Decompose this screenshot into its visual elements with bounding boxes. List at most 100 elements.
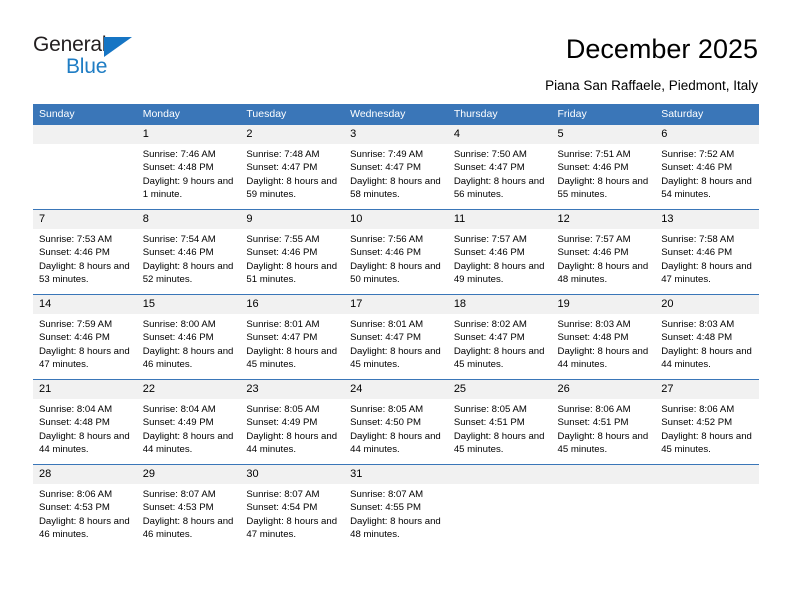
day-details: Sunrise: 7:54 AM Sunset: 4:46 PM Daylight:… [137, 229, 241, 287]
calendar-day-cell[interactable]: 11 Sunrise: 7:57 AM Sunset: 4:46 PM Dayligh… [447, 209, 552, 295]
daylight-text: Daylight: 8 hours and 47 minutes. [39, 345, 130, 371]
day-number: 13 [655, 210, 759, 229]
calendar-day-cell[interactable]: 14 Sunrise: 7:59 AM Sunset: 4:46 PM Dayligh… [33, 294, 137, 380]
day-details: Sunrise: 8:06 AM Sunset: 4:51 PM Daylight:… [552, 399, 656, 457]
sunset-text: Sunset: 4:49 PM [246, 417, 318, 429]
day-number: 4 [447, 125, 552, 144]
calendar-day-cell[interactable]: 8 Sunrise: 7:54 AM Sunset: 4:46 PM Daylight… [136, 209, 241, 295]
calendar-day-cell[interactable]: 19 Sunrise: 8:03 AM Sunset: 4:48 PM Dayligh… [551, 294, 656, 380]
logo-triangle-icon [104, 37, 132, 57]
weekday-header-row: Sunday Monday Tuesday Wednesday Thursday… [33, 104, 759, 125]
day-details: Sunrise: 7:48 AM Sunset: 4:47 PM Daylight:… [240, 144, 344, 202]
day-details: Sunrise: 7:59 AM Sunset: 4:46 PM Daylight:… [33, 314, 137, 372]
general-blue-logo: General Blue [33, 33, 163, 83]
day-details: Sunrise: 7:55 AM Sunset: 4:46 PM Daylight:… [240, 229, 344, 287]
calendar-day-cell-empty [655, 464, 759, 549]
calendar-day-cell[interactable]: 30 Sunrise: 8:07 AM Sunset: 4:54 PM Dayligh… [240, 464, 345, 549]
calendar-day-cell[interactable]: 9 Sunrise: 7:55 AM Sunset: 4:46 PM Daylight… [240, 209, 345, 295]
day-number: 8 [136, 210, 241, 229]
calendar-day-cell[interactable]: 4 Sunrise: 7:50 AM Sunset: 4:47 PM Daylight… [447, 124, 552, 210]
sunrise-text: Sunrise: 8:01 AM [246, 319, 320, 330]
calendar-day-cell[interactable]: 20 Sunrise: 8:03 AM Sunset: 4:48 PM Dayligh… [655, 294, 759, 380]
day-number: 19 [551, 295, 656, 314]
daylight-text: Daylight: 8 hours and 44 minutes. [350, 430, 441, 456]
calendar-day-cell[interactable]: 5 Sunrise: 7:51 AM Sunset: 4:46 PM Daylight… [551, 124, 656, 210]
calendar-day-cell[interactable]: 3 Sunrise: 7:49 AM Sunset: 4:47 PM Daylight… [344, 124, 448, 210]
day-details: Sunrise: 7:57 AM Sunset: 4:46 PM Daylight:… [552, 229, 656, 287]
sunrise-text: Sunrise: 8:06 AM [557, 404, 631, 415]
sunrise-text: Sunrise: 8:00 AM [142, 319, 216, 330]
sunrise-text: Sunrise: 7:46 AM [142, 149, 216, 160]
calendar-page: General Blue December 2025 Piana San Raf… [0, 0, 792, 612]
sunset-text: Sunset: 4:53 PM [142, 502, 214, 514]
day-number: 24 [344, 380, 448, 399]
day-details: Sunrise: 8:05 AM Sunset: 4:49 PM Daylight:… [240, 399, 344, 457]
sunrise-text: Sunrise: 8:07 AM [246, 489, 320, 500]
daylight-text: Daylight: 8 hours and 48 minutes. [350, 515, 441, 541]
day-number: 30 [240, 465, 345, 484]
sunset-text: Sunset: 4:47 PM [246, 162, 318, 174]
sunrise-text: Sunrise: 7:50 AM [453, 149, 527, 160]
sunset-text: Sunset: 4:51 PM [453, 417, 525, 429]
calendar-day-cell[interactable]: 1 Sunrise: 7:46 AM Sunset: 4:48 PM Daylight… [136, 124, 241, 210]
sunset-text: Sunset: 4:47 PM [453, 162, 525, 174]
sunset-text: Sunset: 4:52 PM [661, 417, 733, 429]
day-number: 25 [447, 380, 552, 399]
weekday-header-friday: Friday [551, 104, 656, 125]
day-details: Sunrise: 8:03 AM Sunset: 4:48 PM Daylight:… [655, 314, 759, 372]
calendar-day-cell[interactable]: 18 Sunrise: 8:02 AM Sunset: 4:47 PM Dayligh… [447, 294, 552, 380]
calendar-day-cell[interactable]: 16 Sunrise: 8:01 AM Sunset: 4:47 PM Dayligh… [240, 294, 345, 380]
sunset-text: Sunset: 4:51 PM [557, 417, 629, 429]
page-header: General Blue December 2025 Piana San Raf… [0, 0, 792, 100]
calendar-body: 1 Sunrise: 7:46 AM Sunset: 4:48 PM Daylight… [33, 124, 759, 549]
daylight-text: Daylight: 8 hours and 44 minutes. [557, 345, 649, 371]
calendar-day-cell[interactable]: 29 Sunrise: 8:07 AM Sunset: 4:53 PM Dayligh… [136, 464, 241, 549]
calendar-day-cell[interactable]: 22 Sunrise: 8:04 AM Sunset: 4:49 PM Dayligh… [136, 379, 241, 465]
page-subtitle: Piana San Raffaele, Piedmont, Italy [545, 78, 758, 93]
calendar-day-cell[interactable]: 27 Sunrise: 8:06 AM Sunset: 4:52 PM Dayligh… [655, 379, 759, 465]
day-number [655, 465, 759, 484]
sunset-text: Sunset: 4:46 PM [661, 247, 733, 259]
day-details: Sunrise: 7:49 AM Sunset: 4:47 PM Daylight:… [344, 144, 448, 202]
sunrise-text: Sunrise: 8:01 AM [350, 319, 424, 330]
calendar-day-cell[interactable]: 6 Sunrise: 7:52 AM Sunset: 4:46 PM Daylight… [655, 124, 759, 210]
calendar-day-cell[interactable]: 17 Sunrise: 8:01 AM Sunset: 4:47 PM Dayligh… [344, 294, 448, 380]
day-details: Sunrise: 8:04 AM Sunset: 4:48 PM Daylight:… [33, 399, 137, 457]
daylight-text: Daylight: 8 hours and 44 minutes. [246, 430, 338, 456]
day-number: 12 [551, 210, 656, 229]
daylight-text: Daylight: 8 hours and 52 minutes. [142, 260, 234, 286]
day-details: Sunrise: 8:05 AM Sunset: 4:51 PM Daylight:… [448, 399, 552, 457]
calendar-day-cell[interactable]: 25 Sunrise: 8:05 AM Sunset: 4:51 PM Dayligh… [447, 379, 552, 465]
sunset-text: Sunset: 4:55 PM [350, 502, 422, 514]
calendar-day-cell[interactable]: 7 Sunrise: 7:53 AM Sunset: 4:46 PM Daylight… [33, 209, 137, 295]
calendar-day-cell[interactable]: 28 Sunrise: 8:06 AM Sunset: 4:53 PM Dayligh… [33, 464, 137, 549]
calendar-day-cell[interactable]: 31 Sunrise: 8:07 AM Sunset: 4:55 PM Dayligh… [344, 464, 448, 549]
sunset-text: Sunset: 4:48 PM [661, 332, 733, 344]
calendar-day-cell[interactable]: 10 Sunrise: 7:56 AM Sunset: 4:46 PM Dayligh… [344, 209, 448, 295]
calendar-day-cell-empty [551, 464, 656, 549]
calendar-day-cell[interactable]: 24 Sunrise: 8:05 AM Sunset: 4:50 PM Dayligh… [344, 379, 448, 465]
sunset-text: Sunset: 4:46 PM [39, 332, 110, 344]
calendar-day-cell[interactable]: 13 Sunrise: 7:58 AM Sunset: 4:46 PM Dayligh… [655, 209, 759, 295]
calendar-day-cell[interactable]: 21 Sunrise: 8:04 AM Sunset: 4:48 PM Dayligh… [33, 379, 137, 465]
calendar-week-row: 21 Sunrise: 8:04 AM Sunset: 4:48 PM Dayligh… [33, 379, 759, 465]
day-number: 16 [240, 295, 345, 314]
sunset-text: Sunset: 4:46 PM [557, 247, 629, 259]
weekday-header-monday: Monday [136, 104, 241, 125]
day-details: Sunrise: 8:07 AM Sunset: 4:55 PM Daylight:… [344, 484, 448, 542]
calendar-day-cell[interactable]: 15 Sunrise: 8:00 AM Sunset: 4:46 PM Dayligh… [136, 294, 241, 380]
sunset-text: Sunset: 4:46 PM [246, 247, 318, 259]
daylight-text: Daylight: 8 hours and 45 minutes. [557, 430, 649, 456]
daylight-text: Daylight: 8 hours and 53 minutes. [39, 260, 130, 286]
calendar-day-cell[interactable]: 23 Sunrise: 8:05 AM Sunset: 4:49 PM Dayligh… [240, 379, 345, 465]
daylight-text: Daylight: 8 hours and 55 minutes. [557, 175, 649, 201]
sunrise-text: Sunrise: 7:55 AM [246, 234, 320, 245]
sunrise-text: Sunrise: 7:49 AM [350, 149, 424, 160]
calendar-day-cell[interactable]: 12 Sunrise: 7:57 AM Sunset: 4:46 PM Dayligh… [551, 209, 656, 295]
sunset-text: Sunset: 4:48 PM [557, 332, 629, 344]
calendar-day-cell[interactable]: 26 Sunrise: 8:06 AM Sunset: 4:51 PM Dayligh… [551, 379, 656, 465]
calendar-header-row: Sunday Monday Tuesday Wednesday Thursday… [33, 104, 759, 125]
calendar-day-cell[interactable]: 2 Sunrise: 7:48 AM Sunset: 4:47 PM Daylight… [240, 124, 345, 210]
sunrise-text: Sunrise: 8:07 AM [142, 489, 216, 500]
page-title: December 2025 [565, 34, 758, 64]
